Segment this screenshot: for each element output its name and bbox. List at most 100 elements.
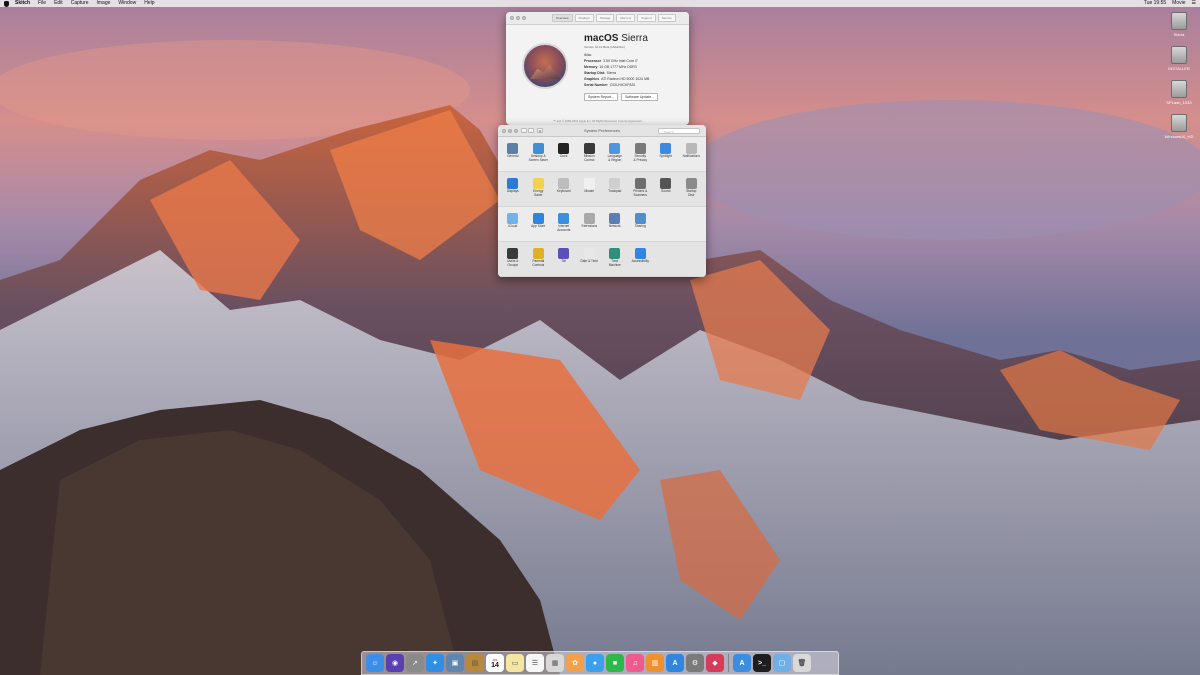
menu-image[interactable]: Image <box>97 0 111 7</box>
tab-support[interactable]: Support <box>637 14 656 22</box>
reminders-icon[interactable]: ☰ <box>526 654 544 672</box>
volume-label: Sierra <box>1173 32 1185 37</box>
about-titlebar[interactable]: Overview Displays Storage Memory Support… <box>506 12 689 25</box>
pref-pane-displays[interactable]: Displays <box>500 176 526 203</box>
stickies-icon[interactable]: ▭ <box>506 654 524 672</box>
close-window-button[interactable] <box>510 16 514 20</box>
pref-pane-app-store[interactable]: App Store <box>526 211 552 238</box>
general-icon <box>507 143 519 154</box>
system-report-button[interactable]: System Report... <box>584 93 619 101</box>
zoom-window-button[interactable] <box>522 16 526 20</box>
desktop-volume[interactable]: Sierra <box>1159 12 1199 37</box>
pref-pane-spotlight[interactable]: Spotlight <box>653 141 679 168</box>
tab-service[interactable]: Service <box>657 14 676 22</box>
messages-icon[interactable]: ● <box>586 654 604 672</box>
displays-icon <box>507 178 519 189</box>
menu-help[interactable]: Help <box>144 0 154 7</box>
itunes-icon[interactable]: ♫ <box>626 654 644 672</box>
pref-pane-mouse[interactable]: Mouse <box>577 176 603 203</box>
pref-pane-network[interactable]: Network <box>602 211 628 238</box>
pref-pane-language[interactable]: Language & Region <box>602 141 628 168</box>
ruby-app-icon[interactable]: ◆ <box>706 654 724 672</box>
pref-pane-startup-disk[interactable]: Startup Disk <box>679 176 705 203</box>
facetime-icon[interactable]: ■ <box>606 654 624 672</box>
os-version: Version 10.12 Beta (16A201w) <box>584 45 625 49</box>
app-store-icon[interactable]: A <box>666 654 684 672</box>
pref-pane-label: App Store <box>531 224 546 228</box>
preview-icon[interactable]: ▣ <box>446 654 464 672</box>
app-store-download-icon[interactable]: A <box>733 654 751 672</box>
pref-pane-extensions[interactable]: Extensions <box>577 211 603 238</box>
pref-pane-sharing[interactable]: Sharing <box>628 211 654 238</box>
desktop-volume[interactable]: SPLash_1033 <box>1159 80 1199 105</box>
ibooks-icon[interactable]: ▥ <box>646 654 664 672</box>
syspref-titlebar[interactable]: ‹ › ▦ System Preferences Search <box>498 125 706 137</box>
minimize-window-button[interactable] <box>508 128 512 133</box>
dock-separator <box>728 654 729 672</box>
menu-right-app[interactable]: Movie <box>1172 0 1185 7</box>
tab-overview[interactable]: Overview <box>552 14 573 22</box>
pref-pane-notifications[interactable]: Notifications <box>679 141 705 168</box>
pref-pane-label: General <box>507 154 519 158</box>
pref-pane-siri[interactable]: Siri <box>551 246 577 273</box>
desktop-volume[interactable]: Windows10_HD <box>1159 114 1199 139</box>
menu-app-name[interactable]: Skitch <box>15 0 30 7</box>
menu-clock[interactable]: Tue 19:55 <box>1144 0 1166 7</box>
pref-pane-date-time[interactable]: Date & Time <box>577 246 603 273</box>
language-icon <box>609 143 621 154</box>
dock-icon-glyph: >_ <box>758 659 766 667</box>
tab-displays[interactable]: Displays <box>574 14 594 22</box>
apple-menu-icon[interactable] <box>4 0 9 7</box>
pref-pane-time-machine[interactable]: Time Machine <box>602 246 628 273</box>
pref-pane-icloud[interactable]: iCloud <box>500 211 526 238</box>
icloud-icon <box>507 213 519 224</box>
launchpad-icon[interactable]: ➚ <box>406 654 424 672</box>
pref-pane-energy[interactable]: Energy Saver <box>526 176 552 203</box>
pref-pane-internet-accounts[interactable]: Internet Accounts <box>551 211 577 238</box>
pref-pane-mission-control[interactable]: Mission Control <box>577 141 603 168</box>
pref-pane-keyboard[interactable]: Keyboard <box>551 176 577 203</box>
show-all-grid-icon[interactable]: ▦ <box>537 128 543 133</box>
pref-pane-parental-controls[interactable]: Parental Controls <box>526 246 552 273</box>
syspref-search-input[interactable]: Search <box>658 128 700 134</box>
dock-icon-glyph: 14 <box>491 661 499 669</box>
notification-center-icon[interactable]: ☰ <box>1192 0 1196 7</box>
pref-pane-accessibility[interactable]: Accessibility <box>628 246 654 273</box>
pref-pane-security[interactable]: Security & Privacy <box>628 141 654 168</box>
zoom-window-button[interactable] <box>514 128 518 133</box>
back-button[interactable]: ‹ <box>521 128 527 133</box>
spec-key: Memory <box>584 65 598 69</box>
menu-file[interactable]: File <box>38 0 46 7</box>
photos-icon[interactable]: ✿ <box>566 654 584 672</box>
forward-button[interactable]: › <box>528 128 534 133</box>
software-update-button[interactable]: Software Update... <box>621 93 659 101</box>
dock-icon-glyph: A <box>672 659 678 667</box>
downloads-folder-icon[interactable]: ▢ <box>773 654 791 672</box>
photos-app-icon[interactable]: ▦ <box>546 654 564 672</box>
tab-storage[interactable]: Storage <box>595 14 615 22</box>
notes-icon[interactable]: ▤ <box>466 654 484 672</box>
close-window-button[interactable] <box>502 128 506 133</box>
calendar-icon[interactable]: JUL 14 <box>486 654 504 672</box>
safari-icon[interactable]: ✦ <box>426 654 444 672</box>
os-name-release: Sierra <box>621 33 648 44</box>
system-preferences-icon[interactable]: ⚙ <box>686 654 704 672</box>
pref-pane-desktop[interactable]: Desktop & Screen Saver <box>526 141 552 168</box>
pref-pane-printer[interactable]: Printers & Scanners <box>628 176 654 203</box>
pref-pane-general[interactable]: General <box>500 141 526 168</box>
pref-pane-sound[interactable]: Sound <box>653 176 679 203</box>
siri-icon[interactable]: ◉ <box>386 654 404 672</box>
pref-pane-dock[interactable]: Dock <box>551 141 577 168</box>
finder-icon[interactable]: ☺ <box>366 654 384 672</box>
desktop-volume[interactable]: INSTALLER <box>1159 46 1199 71</box>
terminal-icon[interactable]: >_ <box>753 654 771 672</box>
pref-pane-trackpad[interactable]: Trackpad <box>602 176 628 203</box>
menu-capture[interactable]: Capture <box>71 0 89 7</box>
trash-icon[interactable]: 🗑 <box>793 654 811 672</box>
pref-pane-users[interactable]: Users & Groups <box>500 246 526 273</box>
menu-window[interactable]: Window <box>118 0 136 7</box>
menu-edit[interactable]: Edit <box>54 0 63 7</box>
spotlight-icon <box>660 143 672 154</box>
minimize-window-button[interactable] <box>516 16 520 20</box>
tab-memory[interactable]: Memory <box>616 14 636 22</box>
